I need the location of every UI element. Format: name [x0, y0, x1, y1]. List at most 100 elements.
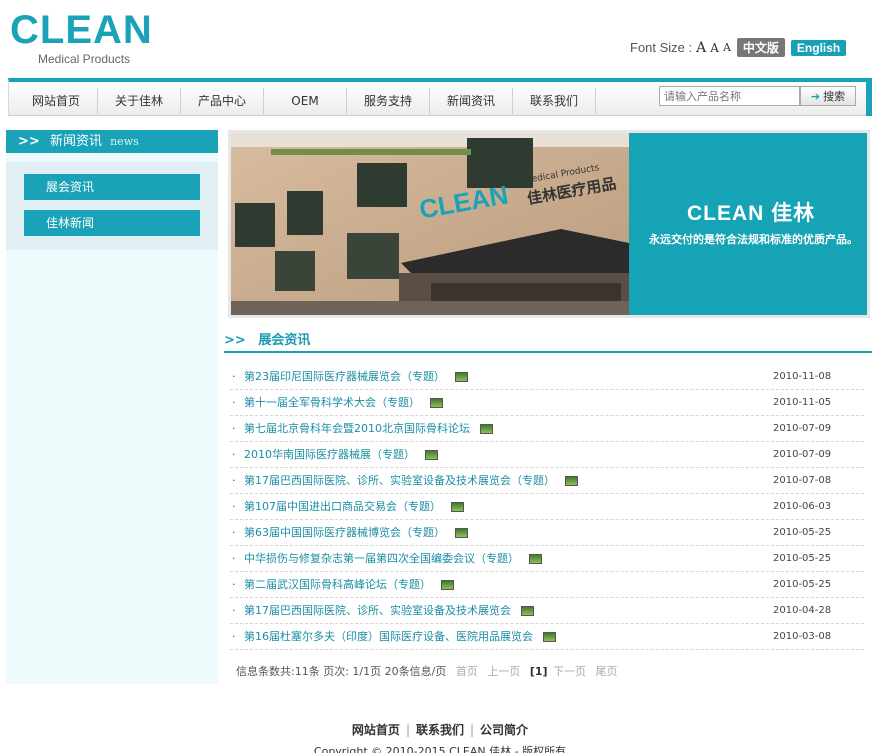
pagination-last[interactable]: 尾页	[596, 665, 618, 678]
sidebar-item-company-news[interactable]: 佳林新闻	[24, 210, 200, 236]
news-date: 2010-11-08	[773, 371, 832, 382]
news-date: 2010-11-05	[773, 397, 832, 408]
font-size-control: Font Size : A A A 中文版 English	[630, 38, 847, 57]
search-button[interactable]: ➔ 搜索	[800, 86, 856, 106]
sidebar-title-text: 新闻资讯	[49, 134, 102, 149]
font-size-medium[interactable]: A	[710, 41, 719, 55]
bullet-icon: ·	[232, 474, 236, 487]
pagination: 信息条数共:11条 页次: 1/1页 20条信息/页 首页 上一页 [1] 下一…	[236, 663, 618, 679]
logo[interactable]: CLEAN Medical Products	[10, 10, 153, 66]
news-title-link[interactable]: 第十一届全军骨科学术大会（专题）	[244, 390, 443, 415]
image-icon	[529, 554, 542, 564]
lang-chinese-button[interactable]: 中文版	[736, 38, 785, 57]
news-title-link[interactable]: 中华损伤与修复杂志第一届第四次全国编委会议（专题）	[244, 546, 542, 571]
news-date: 2010-07-09	[773, 423, 832, 434]
copyright: Copyright © 2010-2015 CLEAN 佳林 - 版权所有	[313, 745, 567, 753]
bullet-icon: ·	[232, 396, 236, 409]
pagination-first[interactable]: 首页	[456, 665, 478, 678]
bullet-icon: ·	[232, 370, 236, 383]
image-icon	[430, 398, 443, 408]
news-title-link[interactable]: 第17届巴西国际医院、诊所、实验室设备及技术展览会（专题）	[244, 468, 578, 493]
news-title-text: 第17届巴西国际医院、诊所、实验室设备及技术展览会（专题）	[244, 474, 555, 487]
news-title-link[interactable]: 第二届武汉国际骨科高峰论坛（专题）	[244, 572, 454, 597]
image-icon	[425, 450, 438, 460]
nav-item-service[interactable]: 服务支持	[347, 88, 430, 114]
image-icon	[480, 424, 493, 434]
news-title-text: 第十一届全军骨科学术大会（专题）	[244, 396, 420, 409]
news-title-text: 第17届巴西国际医院、诊所、实验室设备及技术展览会	[244, 604, 511, 617]
nav-item-oem[interactable]: OEM	[264, 88, 347, 114]
footer-link-home[interactable]: 网站首页	[352, 723, 400, 737]
bullet-icon: ·	[232, 552, 236, 565]
search-button-label: 搜索	[823, 90, 846, 103]
bullet-icon: ·	[232, 604, 236, 617]
footer-link-contact[interactable]: 联系我们	[416, 723, 464, 737]
news-row: · 第十一届全军骨科学术大会（专题） 2010-11-05	[230, 390, 864, 416]
bullet-icon: ·	[232, 448, 236, 461]
sidebar-item-exhibition[interactable]: 展会资讯	[24, 174, 200, 200]
news-title-link[interactable]: 第23届印尼国际医疗器械展览会（专题）	[244, 364, 468, 389]
bullet-icon: ·	[232, 578, 236, 591]
font-size-small[interactable]: A	[723, 41, 731, 54]
news-title-text: 2010华南国际医疗器械展（专题）	[244, 448, 415, 461]
image-icon	[565, 476, 578, 486]
font-size-large[interactable]: A	[696, 40, 706, 56]
news-title-link[interactable]: 第63届中国国际医疗器械博览会（专题）	[244, 520, 468, 545]
nav-item-about[interactable]: 关于佳林	[98, 88, 181, 114]
news-date: 2010-05-25	[773, 527, 832, 538]
news-row: · 第二届武汉国际骨科高峰论坛（专题） 2010-05-25	[230, 572, 864, 598]
news-title-link[interactable]: 第七届北京骨科年会暨2010北京国际骨科论坛	[244, 416, 493, 441]
lang-english-button[interactable]: English	[790, 39, 847, 56]
news-title-link[interactable]: 2010华南国际医疗器械展（专题）	[244, 442, 438, 467]
nav-item-products[interactable]: 产品中心	[181, 88, 264, 114]
font-size-label: Font Size :	[630, 40, 693, 55]
news-title-text: 中华损伤与修复杂志第一届第四次全国编委会议（专题）	[244, 552, 519, 565]
news-date: 2010-06-03	[773, 501, 832, 512]
news-title-text: 第107届中国进出口商品交易会（专题）	[244, 500, 441, 513]
pagination-prev[interactable]: 上一页	[487, 665, 520, 678]
nav-item-contact[interactable]: 联系我们	[513, 88, 596, 114]
search-input[interactable]	[659, 86, 800, 106]
pagination-next[interactable]: 下一页	[553, 665, 586, 678]
news-title-text: 第七届北京骨科年会暨2010北京国际骨科论坛	[244, 422, 470, 435]
double-chevron-icon: >>	[18, 134, 40, 149]
news-row: · 第23届印尼国际医疗器械展览会（专题） 2010-11-08	[230, 364, 864, 390]
banner-panel-slogan: 永远交付的是符合法规和标准的优质产品。	[649, 233, 858, 246]
news-row: · 第17届巴西国际医院、诊所、实验室设备及技术展览会 2010-04-28	[230, 598, 864, 624]
bullet-icon: ·	[232, 422, 236, 435]
footer-separator: |	[405, 723, 410, 737]
nav-item-home[interactable]: 网站首页	[15, 88, 98, 114]
bullet-icon: ·	[232, 630, 236, 643]
news-row: · 第107届中国进出口商品交易会（专题） 2010-06-03	[230, 494, 864, 520]
section-title-text: 展会资讯	[258, 333, 311, 348]
logo-subtitle: Medical Products	[38, 52, 131, 66]
pagination-current: [1]	[529, 665, 548, 678]
news-row: · 第16届杜塞尔多夫（印度）国际医疗设备、医院用品展览会 2010-03-08	[230, 624, 864, 650]
news-title-link[interactable]: 第16届杜塞尔多夫（印度）国际医疗设备、医院用品展览会	[244, 624, 556, 649]
bullet-icon: ·	[232, 526, 236, 539]
footer-link-about[interactable]: 公司简介	[480, 723, 528, 737]
logo-text: CLEAN	[10, 8, 153, 52]
section-title: >> 展会资讯	[224, 332, 872, 353]
banner-panel-title: CLEAN 佳林	[687, 202, 816, 225]
sidebar-title: >> 新闻资讯 news	[6, 130, 218, 153]
news-title-link[interactable]: 第107届中国进出口商品交易会（专题）	[244, 494, 464, 519]
news-row: · 第七届北京骨科年会暨2010北京国际骨科论坛 2010-07-09	[230, 416, 864, 442]
news-date: 2010-05-25	[773, 553, 832, 564]
pagination-info: 信息条数共:11条 页次: 1/1页 20条信息/页	[236, 665, 447, 678]
news-row: · 中华损伤与修复杂志第一届第四次全国编委会议（专题） 2010-05-25	[230, 546, 864, 572]
main-nav: 网站首页 关于佳林 产品中心 OEM 服务支持 新闻资讯 联系我们 ➔ 搜索	[8, 78, 872, 116]
news-row: · 第17届巴西国际医院、诊所、实验室设备及技术展览会（专题） 2010-07-08	[230, 468, 864, 494]
news-date: 2010-07-09	[773, 449, 832, 460]
news-row: · 2010华南国际医疗器械展（专题） 2010-07-09	[230, 442, 864, 468]
banner-photo: CLEAN Medical Products 佳林医疗用品	[231, 133, 629, 315]
nav-item-news[interactable]: 新闻资讯	[430, 88, 513, 114]
sidebar-title-en: news	[110, 135, 139, 148]
image-icon	[521, 606, 534, 616]
news-title-link[interactable]: 第17届巴西国际医院、诊所、实验室设备及技术展览会	[244, 598, 534, 623]
double-chevron-icon: >>	[224, 333, 246, 348]
footer-links: 网站首页 | 联系我们 | 公司简介	[0, 721, 880, 738]
news-date: 2010-05-25	[773, 579, 832, 590]
footer-separator: |	[470, 723, 475, 737]
image-icon	[441, 580, 454, 590]
